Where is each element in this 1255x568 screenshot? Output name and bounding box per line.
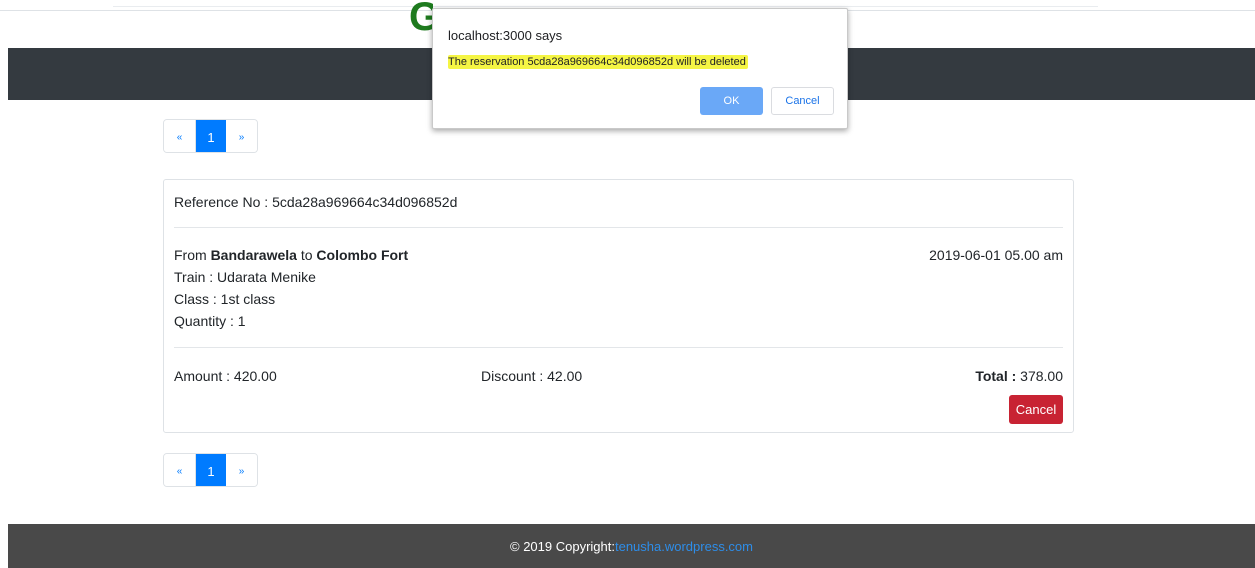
from-station: Bandarawela xyxy=(210,247,297,263)
card-divider xyxy=(174,347,1063,348)
train-name: Train : Udarata Menike xyxy=(174,269,316,285)
pagination-top: « 1 » xyxy=(163,119,258,153)
card-divider xyxy=(174,227,1063,228)
discount-text: Discount : 42.00 xyxy=(481,368,583,384)
pagination-next-button[interactable]: » xyxy=(226,454,257,486)
pagination-bottom: « 1 » xyxy=(163,453,258,487)
total-text: Total : 378.00 xyxy=(975,368,1063,384)
reservation-card: Reference No : 5cda28a969664c34d096852d … xyxy=(163,179,1074,433)
amount-text: Amount : 420.00 xyxy=(174,368,277,384)
footer: © 2019 Copyright: tenusha.wordpress.com xyxy=(8,524,1255,568)
dialog-ok-button[interactable]: OK xyxy=(700,87,763,115)
reference-number: Reference No : 5cda28a969664c34d096852d xyxy=(174,194,458,210)
to-station: Colombo Fort xyxy=(316,247,409,263)
pagination-prev-button[interactable]: « xyxy=(164,120,195,152)
confirm-dialog: localhost:3000 says The reservation 5cda… xyxy=(432,8,848,129)
pagination-prev-button[interactable]: « xyxy=(164,454,195,486)
top-header-strip xyxy=(113,0,1098,7)
footer-link[interactable]: tenusha.wordpress.com xyxy=(615,539,753,554)
dialog-message: The reservation 5cda28a969664c34d096852d… xyxy=(448,55,748,69)
dialog-cancel-button[interactable]: Cancel xyxy=(771,87,834,115)
ticket-quantity: Quantity : 1 xyxy=(174,313,246,329)
site-logo[interactable]: G xyxy=(409,0,433,34)
pagination-next-button[interactable]: » xyxy=(226,120,257,152)
pagination-page-button[interactable]: 1 xyxy=(195,120,226,152)
train-class: Class : 1st class xyxy=(174,291,276,307)
departure-datetime: 2019-06-01 05.00 am xyxy=(929,247,1063,263)
dialog-title: localhost:3000 says xyxy=(448,28,563,43)
pagination-page-button[interactable]: 1 xyxy=(195,454,226,486)
cancel-reservation-button[interactable]: Cancel xyxy=(1009,395,1063,424)
copyright-text: © 2019 Copyright: xyxy=(510,538,615,554)
route-text: From Bandarawela to Colombo Fort xyxy=(174,247,409,263)
